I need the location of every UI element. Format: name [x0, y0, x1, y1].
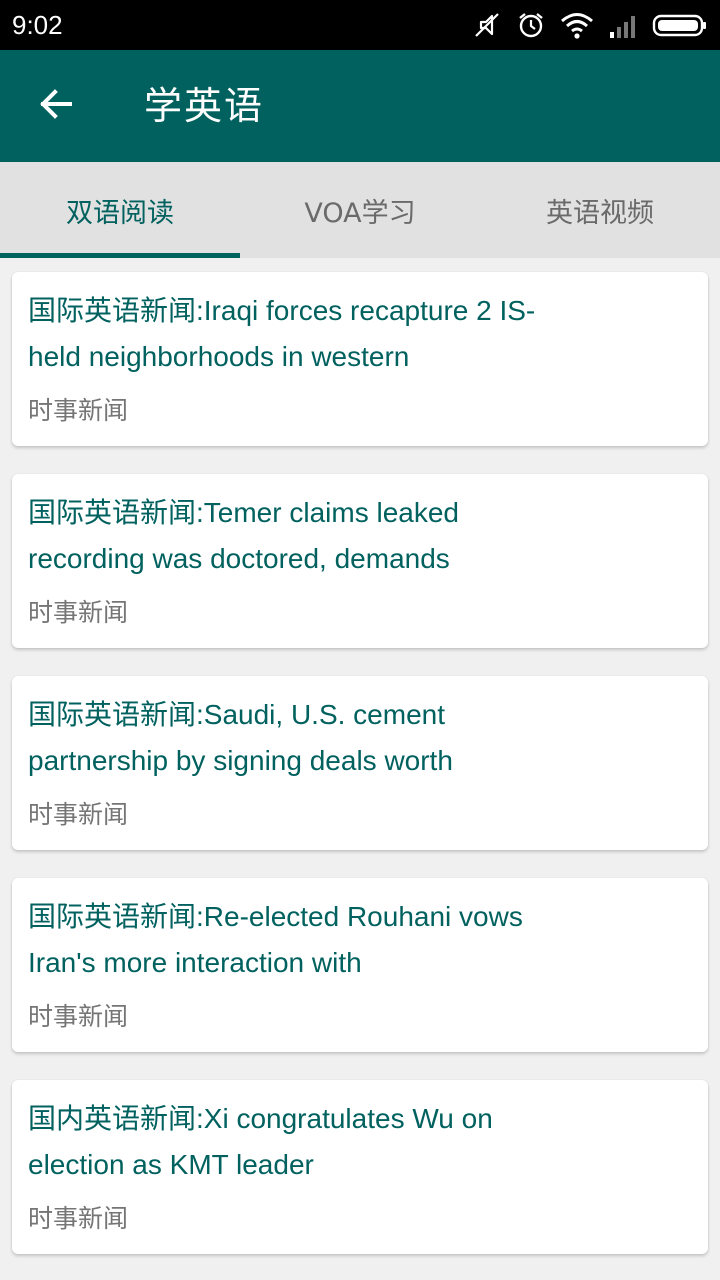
article-title: 国际英语新闻:Re-elected Rouhani vows Iran's mo…	[28, 901, 523, 978]
article-title: 国际英语新闻:Saudi, U.S. cement partnership by…	[28, 699, 453, 776]
status-icons	[472, 8, 708, 42]
tab-label: 英语视频	[546, 197, 654, 229]
signal-icon	[608, 10, 638, 40]
app-bar: 学英语	[0, 50, 720, 162]
article-category: 时事新闻	[28, 396, 129, 425]
article-title: 国内英语新闻:Xi congratulates Wu on election a…	[28, 1103, 493, 1180]
article-category: 时事新闻	[28, 1204, 129, 1233]
tab-label: VOA学习	[304, 197, 416, 229]
status-time: 9:02	[12, 10, 63, 40]
article-category: 时事新闻	[28, 800, 129, 829]
article-card[interactable]: 国际英语新闻:Temer claims leaked recording was…	[12, 474, 708, 648]
article-card[interactable]: 国内英语新闻:Xi congratulates Wu on election a…	[12, 1080, 708, 1254]
tab-bilingual-reading[interactable]: 双语阅读	[0, 162, 240, 258]
article-list[interactable]: 国际英语新闻:Iraqi forces recapture 2 IS-held …	[0, 258, 720, 1280]
alarm-icon	[516, 10, 546, 40]
article-title: 国际英语新闻:Temer claims leaked recording was…	[28, 497, 459, 574]
page-title: 学英语	[144, 84, 265, 128]
back-button[interactable]	[24, 74, 88, 138]
article-card[interactable]: 国际英语新闻:Saudi, U.S. cement partnership by…	[12, 676, 708, 850]
tab-bar: 双语阅读 VOA学习 英语视频	[0, 162, 720, 258]
wifi-icon	[560, 10, 594, 40]
article-category: 时事新闻	[28, 1002, 129, 1031]
tab-label: 双语阅读	[66, 197, 174, 229]
article-category: 时事新闻	[28, 598, 129, 627]
arrow-left-icon	[36, 84, 76, 128]
status-bar: 9:02	[0, 0, 720, 50]
battery-icon	[652, 10, 708, 40]
article-title: 国际英语新闻:Iraqi forces recapture 2 IS-held …	[28, 295, 536, 372]
article-card[interactable]: 国际英语新闻:Iraqi forces recapture 2 IS-held …	[12, 272, 708, 446]
tab-voa-study[interactable]: VOA学习	[240, 162, 480, 258]
tab-english-video[interactable]: 英语视频	[480, 162, 720, 258]
article-card[interactable]: 国际英语新闻:Re-elected Rouhani vows Iran's mo…	[12, 878, 708, 1052]
mute-icon	[472, 10, 502, 40]
